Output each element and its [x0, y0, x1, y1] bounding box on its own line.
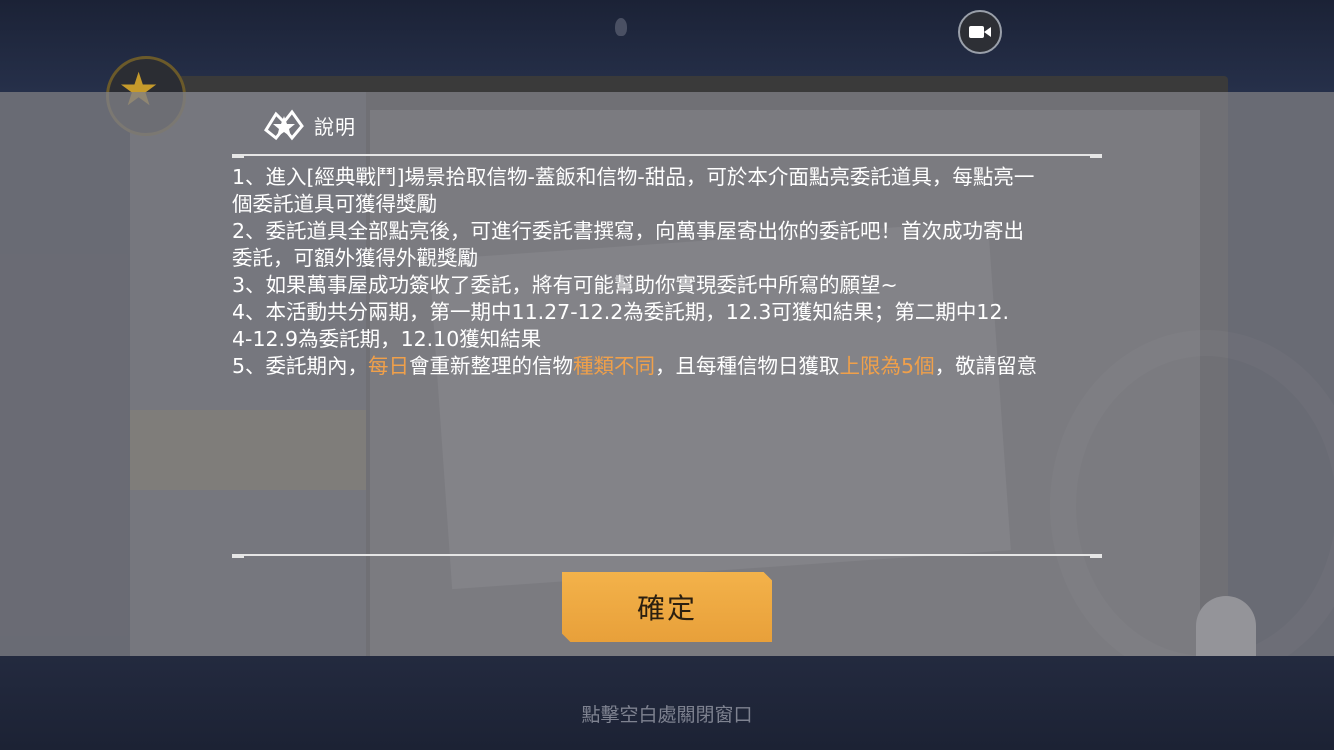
description-text: 委託，可額外獲得外觀獎勵 — [232, 246, 478, 270]
description-line: 5、委託期內，每日會重新整理的信物種類不同，且每種信物日獲取上限為5個，敬請留意 — [232, 353, 1108, 380]
description-text: 個委託道具可獲得獎勵 — [232, 192, 437, 216]
description-line: 個委託道具可獲得獎勵 — [232, 191, 1108, 218]
highlight-text: 上限為5個 — [839, 354, 935, 378]
description-line: 3、如果萬事屋成功簽收了委託，將有可能幫助你實現委託中所寫的願望~ — [232, 272, 1108, 299]
record-video-button[interactable] — [958, 10, 1002, 54]
highlight-text: 種類不同 — [573, 354, 656, 378]
confirm-button[interactable]: 確定 — [562, 572, 772, 642]
description-line: 2、委託道具全部點亮後，可進行委託書撰寫，向萬事屋寄出你的委託吧！首次成功寄出 — [232, 218, 1108, 245]
video-camera-icon — [969, 26, 991, 38]
description-text: ，且每種信物日獲取 — [655, 354, 840, 378]
dialog-header: 說明 — [262, 108, 356, 142]
description-text: ，敬請留意 — [934, 354, 1038, 378]
description-line: 1、進入[經典戰鬥]場景拾取信物-蓋飯和信物-甜品，可於本介面點亮委託道具，每點… — [232, 164, 1108, 191]
description-line: 4-12.9為委託期，12.10獲知結果 — [232, 326, 1108, 353]
description-text: 4、本活動共分兩期，第一期中11.27-12.2為委託期，12.3可獲知結果；第… — [232, 300, 1010, 324]
description-line: 委託，可額外獲得外觀獎勵 — [232, 245, 1108, 272]
bottom-divider — [232, 554, 1102, 558]
flame-icon — [615, 18, 627, 36]
description-line: 4、本活動共分兩期，第一期中11.27-12.2為委託期，12.3可獲知結果；第… — [232, 299, 1108, 326]
description-text: 3、如果萬事屋成功簽收了委託，將有可能幫助你實現委託中所寫的願望~ — [232, 273, 898, 297]
dialog-description: 1、進入[經典戰鬥]場景拾取信物-蓋飯和信物-甜品，可於本介面點亮委託道具，每點… — [232, 164, 1108, 380]
description-text: 5、委託期內， — [232, 354, 369, 378]
top-divider — [232, 154, 1102, 158]
description-text: 2、委託道具全部點亮後，可進行委託書撰寫，向萬事屋寄出你的委託吧！首次成功寄出 — [232, 219, 1025, 243]
description-text: 4-12.9為委託期，12.10獲知結果 — [232, 327, 542, 351]
description-text: 1、進入[經典戰鬥]場景拾取信物-蓋飯和信物-甜品，可於本介面點亮委託道具，每點… — [232, 165, 1035, 189]
dialog-title: 說明 — [314, 114, 356, 139]
highlight-text: 每日 — [368, 354, 410, 378]
confirm-button-label: 確定 — [636, 592, 697, 625]
close-hint: 點擊空白處關閉窗口 — [581, 704, 753, 726]
description-text: 會重新整理的信物 — [409, 354, 574, 378]
game-logo-icon — [264, 109, 304, 141]
